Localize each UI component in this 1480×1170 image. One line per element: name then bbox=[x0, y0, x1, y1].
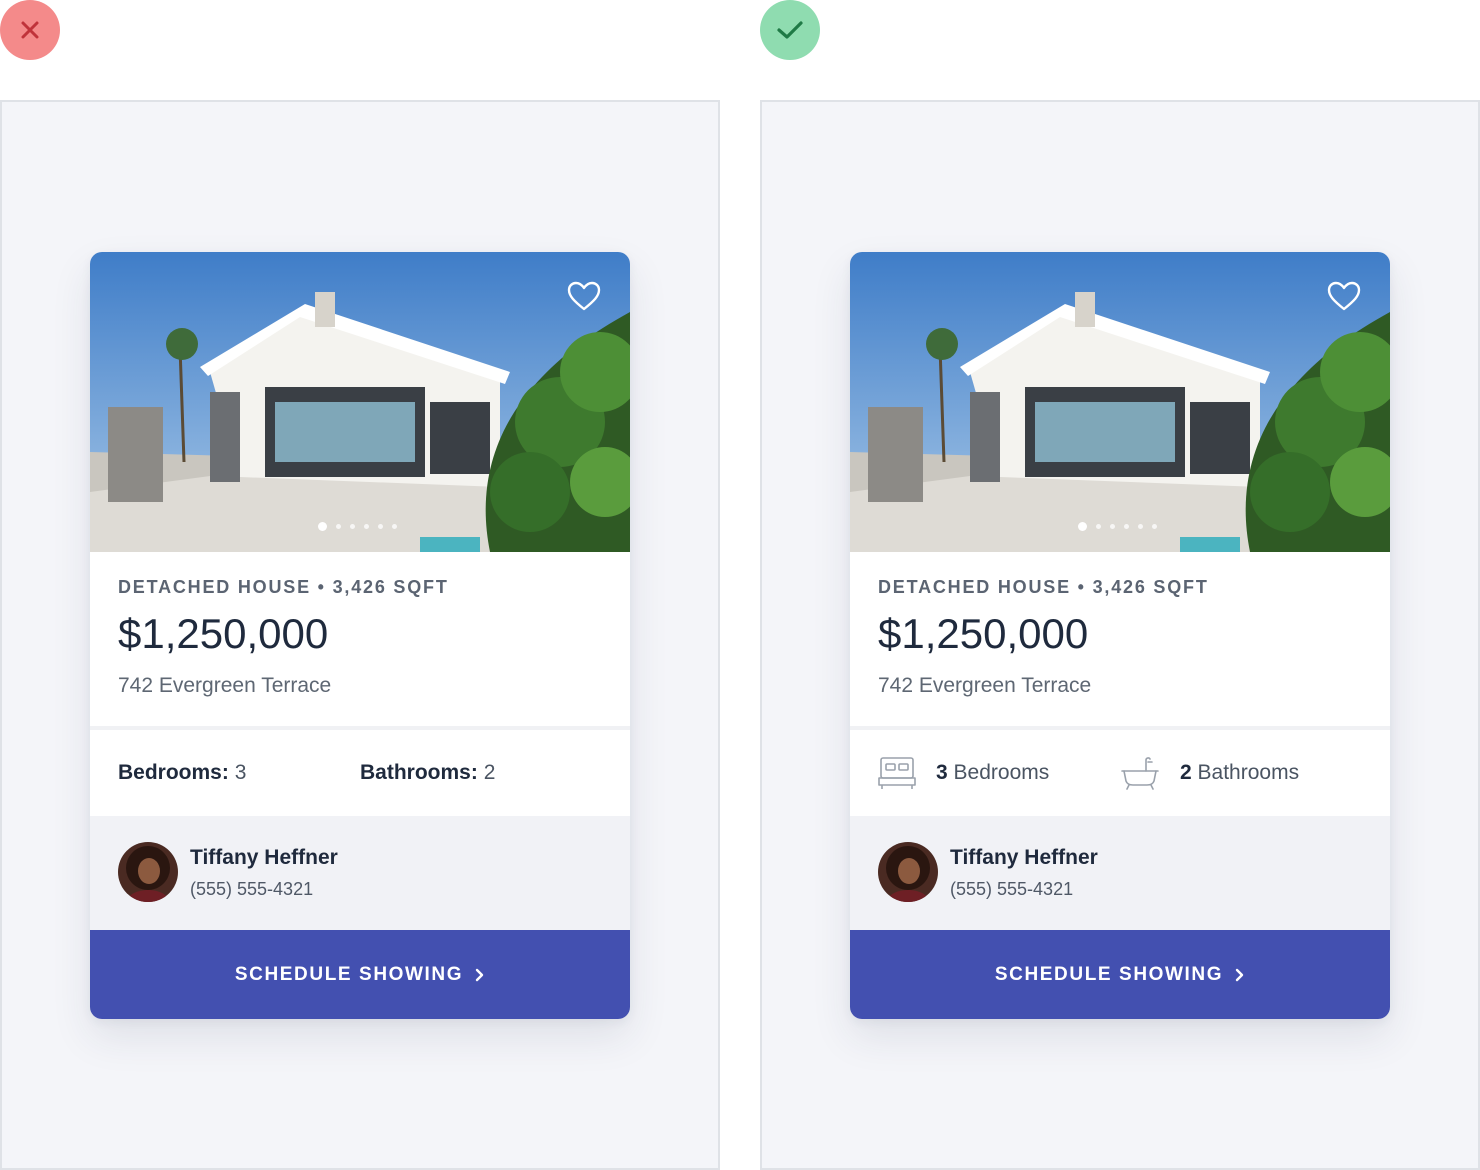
carousel-dots bbox=[318, 522, 397, 531]
listing-photo[interactable] bbox=[90, 252, 630, 552]
carousel-dot[interactable] bbox=[364, 524, 369, 529]
property-type: DETACHED HOUSE • 3,426 SQFT bbox=[878, 577, 1209, 597]
bathrooms-value: 2 bbox=[483, 761, 496, 784]
listing-address: 742 Evergreen Terrace bbox=[118, 674, 332, 697]
listing-card[interactable]: DETACHED HOUSE • 3,426 SQFT $1,250,000 7… bbox=[90, 252, 630, 1019]
agent-phone[interactable]: (555) 555-4321 bbox=[190, 879, 313, 900]
carousel-dot[interactable] bbox=[392, 524, 397, 529]
bedrooms-feature: Bedrooms: 3 bbox=[118, 730, 246, 816]
bedrooms-value: 3 bbox=[234, 761, 247, 784]
good-example-panel: DETACHED HOUSE • 3,426 SQFT $1,250,000 7… bbox=[760, 100, 1480, 1170]
carousel-dot[interactable] bbox=[1138, 524, 1143, 529]
bedrooms-label: Bedrooms: bbox=[118, 761, 229, 784]
listing-price: $1,250,000 bbox=[118, 610, 329, 657]
carousel-dot[interactable] bbox=[1110, 524, 1115, 529]
bathrooms-text: Bathrooms bbox=[1197, 761, 1300, 784]
avatar bbox=[118, 842, 178, 902]
carousel-dot[interactable] bbox=[1096, 524, 1101, 529]
carousel-dot[interactable] bbox=[1078, 522, 1087, 531]
property-type: DETACHED HOUSE • 3,426 SQFT bbox=[118, 577, 449, 597]
schedule-showing-button[interactable]: SCHEDULE SHOWING bbox=[90, 930, 630, 1019]
check-icon bbox=[777, 21, 803, 39]
carousel-dot[interactable] bbox=[378, 524, 383, 529]
listing-photo[interactable] bbox=[850, 252, 1390, 552]
agent-section: Tiffany Heffner (555) 555-4321 bbox=[90, 816, 630, 930]
agent-name: Tiffany Heffner bbox=[190, 846, 338, 869]
schedule-showing-label: SCHEDULE SHOWING bbox=[994, 963, 1224, 985]
agent-name: Tiffany Heffner bbox=[950, 846, 1098, 869]
bed-icon bbox=[878, 757, 916, 789]
carousel-dot[interactable] bbox=[336, 524, 341, 529]
bathrooms-label: Bathrooms: bbox=[360, 761, 478, 784]
heart-icon[interactable] bbox=[566, 280, 602, 312]
bathrooms-count: 2 bbox=[1180, 761, 1192, 784]
property-features: Bedrooms: 3 Bathrooms: 2 bbox=[90, 730, 630, 816]
chevron-right-icon bbox=[1235, 968, 1245, 982]
listing-price: $1,250,000 bbox=[878, 610, 1089, 657]
property-features: 3 Bedrooms 2 Bathrooms bbox=[850, 730, 1390, 816]
avatar bbox=[878, 842, 938, 902]
bad-example-badge bbox=[0, 0, 60, 60]
bedrooms-count: 3 bbox=[936, 761, 948, 784]
house-photo bbox=[90, 252, 630, 552]
bathrooms-feature: 2 Bathrooms bbox=[1120, 730, 1299, 816]
schedule-showing-button[interactable]: SCHEDULE SHOWING bbox=[850, 930, 1390, 1019]
good-example-badge bbox=[760, 0, 820, 60]
house-photo bbox=[850, 252, 1390, 552]
carousel-dot[interactable] bbox=[1124, 524, 1129, 529]
bedrooms-feature: 3 Bedrooms bbox=[878, 730, 1049, 816]
carousel-dot[interactable] bbox=[350, 524, 355, 529]
chevron-right-icon bbox=[475, 968, 485, 982]
bathtub-icon bbox=[1121, 757, 1159, 790]
heart-icon[interactable] bbox=[1326, 280, 1362, 312]
carousel-dot[interactable] bbox=[318, 522, 327, 531]
bedrooms-text: Bedrooms bbox=[953, 761, 1050, 784]
carousel-dots bbox=[1078, 522, 1157, 531]
agent-phone[interactable]: (555) 555-4321 bbox=[950, 879, 1073, 900]
bad-example-panel: DETACHED HOUSE • 3,426 SQFT $1,250,000 7… bbox=[0, 100, 720, 1170]
listing-card[interactable]: DETACHED HOUSE • 3,426 SQFT $1,250,000 7… bbox=[850, 252, 1390, 1019]
listing-address: 742 Evergreen Terrace bbox=[878, 674, 1092, 697]
agent-section: Tiffany Heffner (555) 555-4321 bbox=[850, 816, 1390, 930]
bathrooms-feature: Bathrooms: 2 bbox=[360, 730, 495, 816]
x-icon bbox=[21, 21, 39, 39]
schedule-showing-label: SCHEDULE SHOWING bbox=[234, 963, 464, 985]
carousel-dot[interactable] bbox=[1152, 524, 1157, 529]
